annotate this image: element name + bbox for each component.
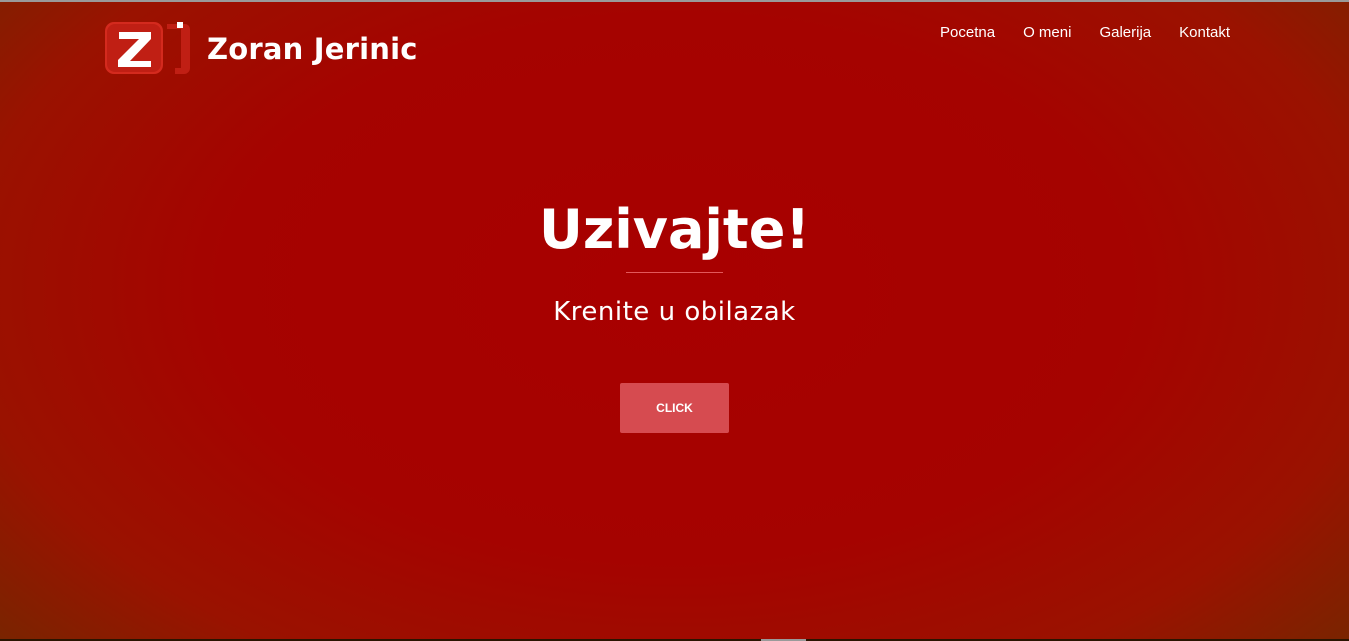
hero-title: Uzivajte! xyxy=(538,198,810,261)
zj-logo-icon[interactable] xyxy=(105,20,191,76)
nav-item-o-meni[interactable]: O meni xyxy=(1023,24,1071,41)
hero-subtitle: Krenite u obilazak xyxy=(553,297,796,327)
main-nav: Pocetna O meni Galerija Kontakt xyxy=(940,24,1230,41)
hero-section: Uzivajte! Krenite u obilazak xyxy=(0,192,1349,327)
brand-name[interactable]: Zoran Jerinic xyxy=(207,32,418,66)
brand[interactable]: Zoran Jerinic xyxy=(105,20,418,76)
nav-item-galerija[interactable]: Galerija xyxy=(1099,24,1151,41)
top-navbar: Zoran Jerinic Pocetna O meni Galerija Ko… xyxy=(0,2,1349,82)
hero-divider xyxy=(626,272,723,273)
nav-item-pocetna[interactable]: Pocetna xyxy=(940,24,995,41)
click-button[interactable]: CLICK xyxy=(620,383,729,433)
nav-item-kontakt[interactable]: Kontakt xyxy=(1179,24,1230,41)
